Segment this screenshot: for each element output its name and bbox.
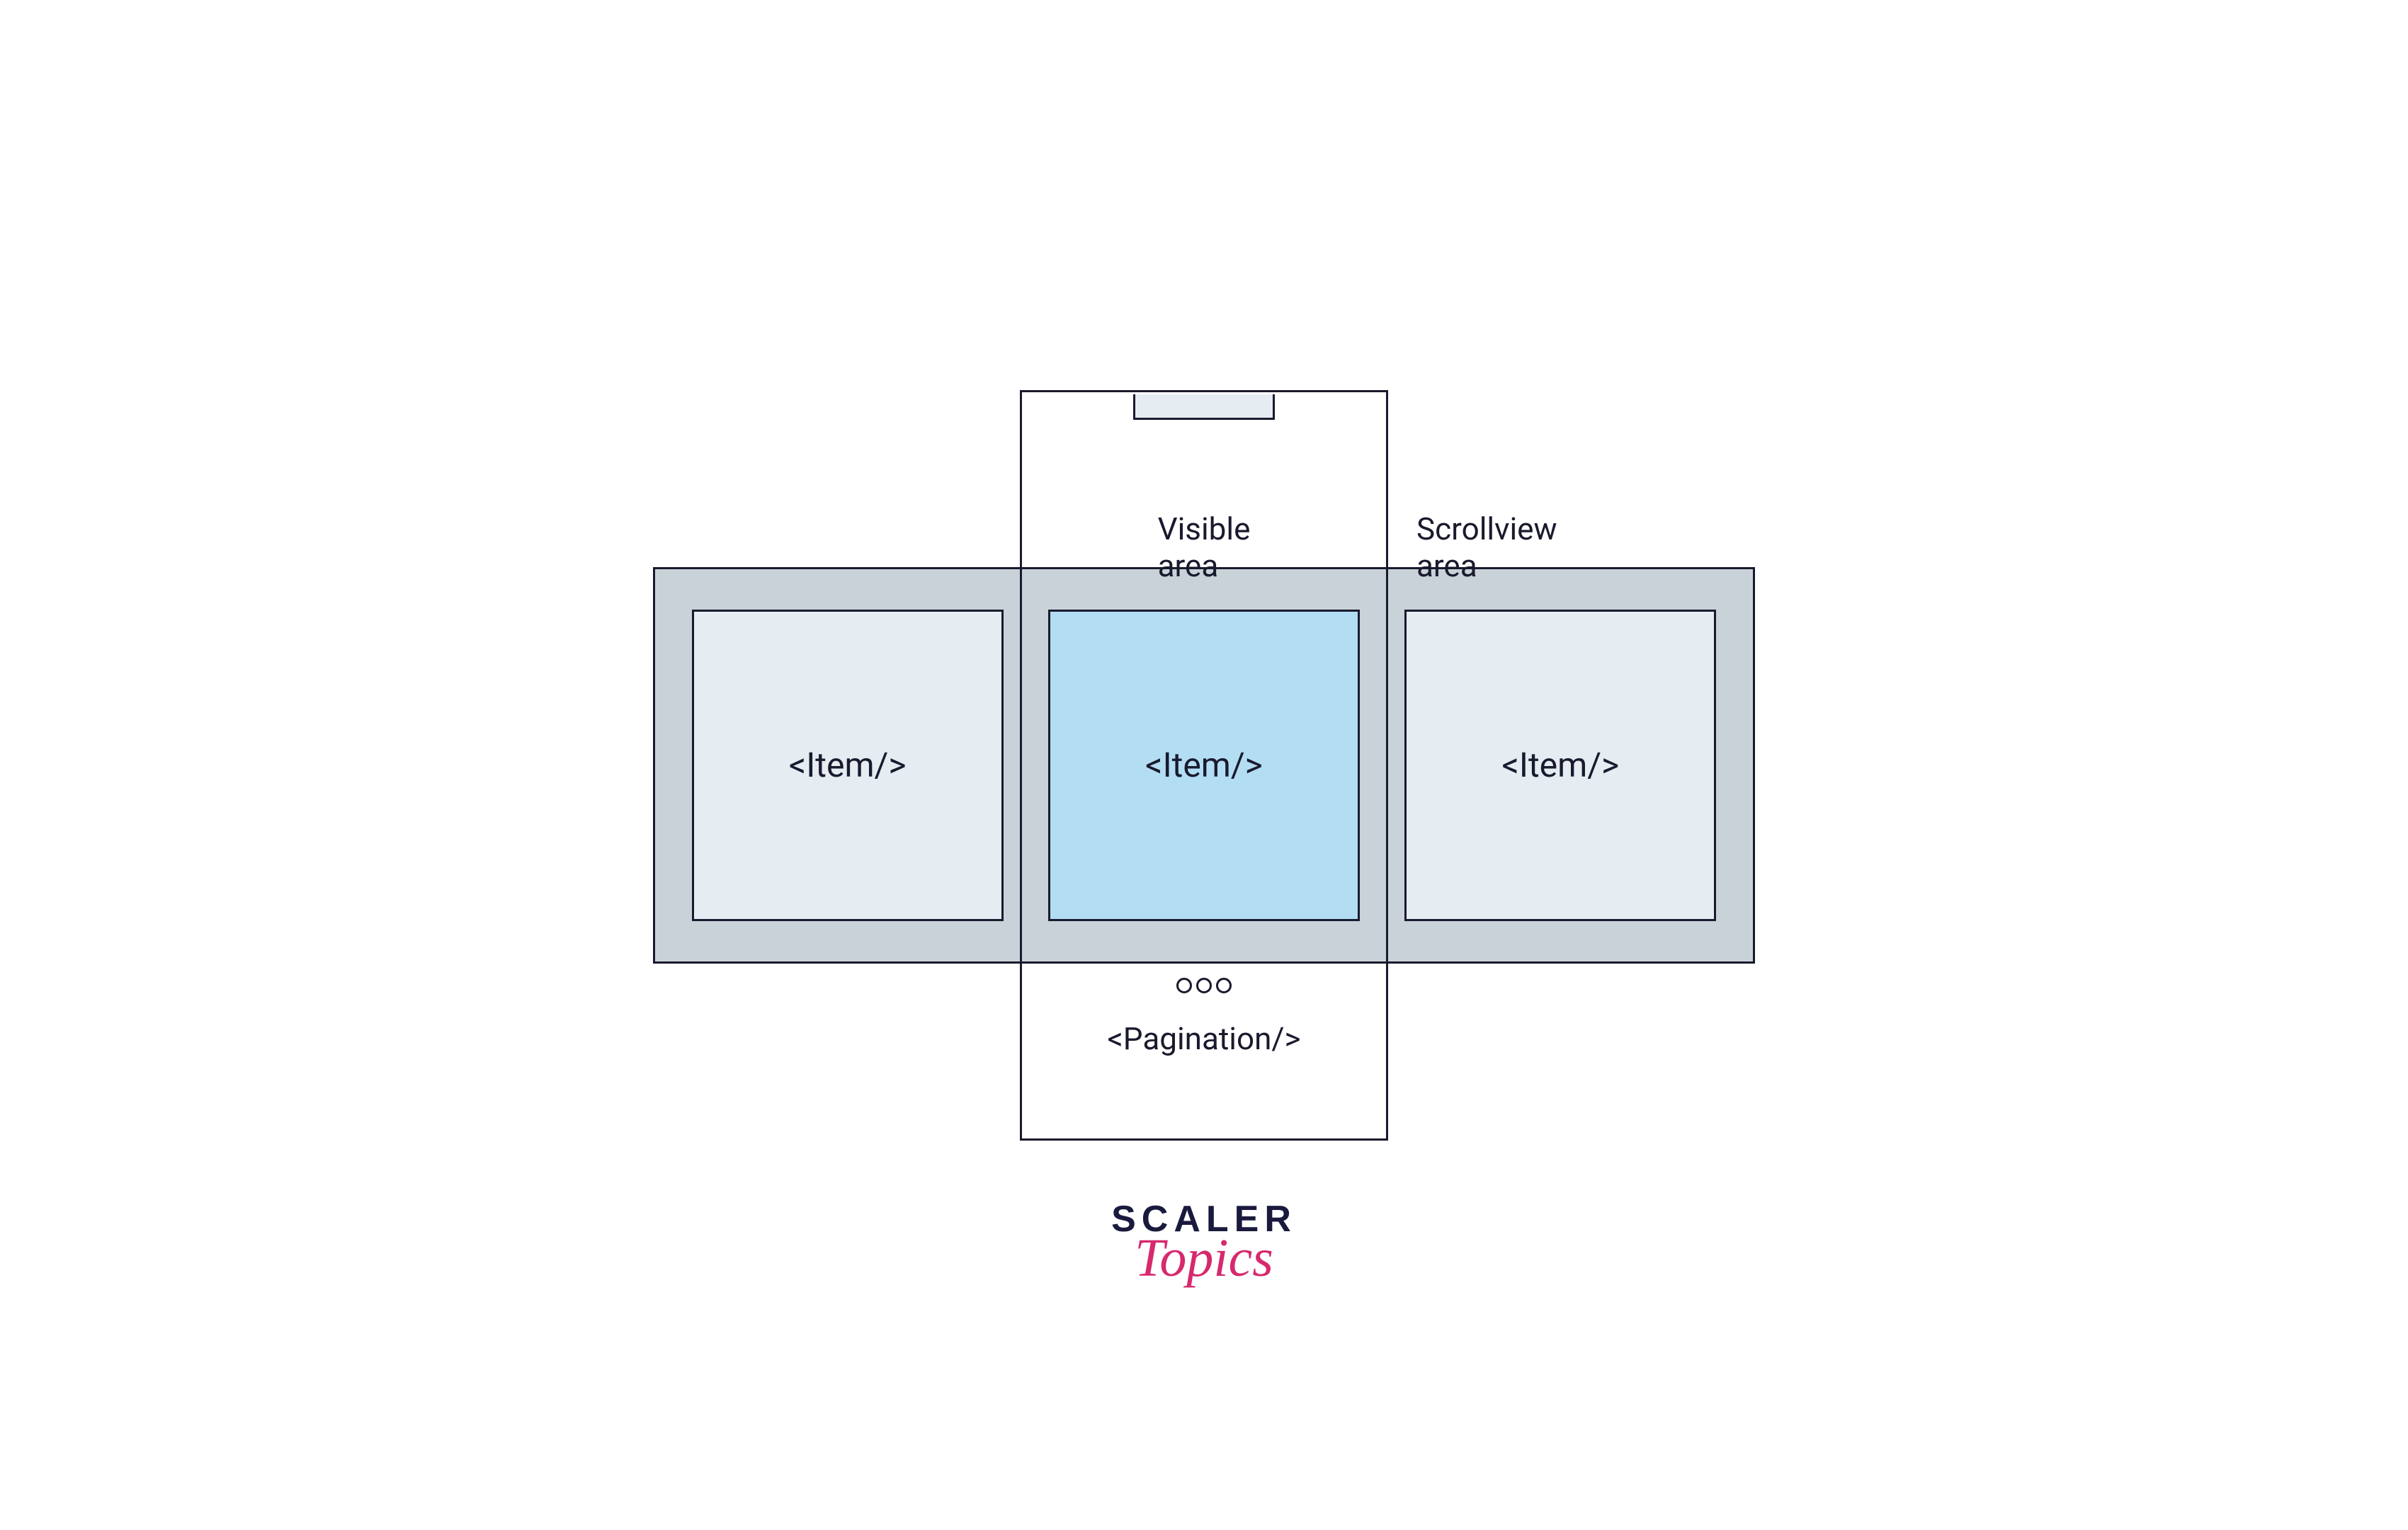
label-visible-area: Visible area xyxy=(1158,510,1251,584)
item-label: <Item/> xyxy=(1502,745,1620,785)
pagination-dot-icon xyxy=(1176,978,1192,993)
item-label: <Item/> xyxy=(789,745,907,785)
pagination-dot-icon xyxy=(1196,978,1212,993)
phone-notch xyxy=(1133,394,1275,420)
item-label: <Item/> xyxy=(1145,745,1263,785)
pagination-dots xyxy=(1176,978,1232,993)
pagination-dot-icon xyxy=(1216,978,1232,993)
brand-line-2: Topics xyxy=(1111,1228,1297,1289)
label-pagination: <Pagination/> xyxy=(1107,1020,1300,1057)
carousel-item-left: <Item/> xyxy=(692,610,1004,921)
carousel-item-center: <Item/> xyxy=(1048,610,1360,921)
brand-logo: SCALER Topics xyxy=(1111,1198,1297,1289)
carousel-item-right: <Item/> xyxy=(1404,610,1716,921)
label-scrollview-area: Scrollview area xyxy=(1416,510,1557,584)
scrollview-strip: <Item/> <Item/> <Item/> xyxy=(653,567,1755,964)
